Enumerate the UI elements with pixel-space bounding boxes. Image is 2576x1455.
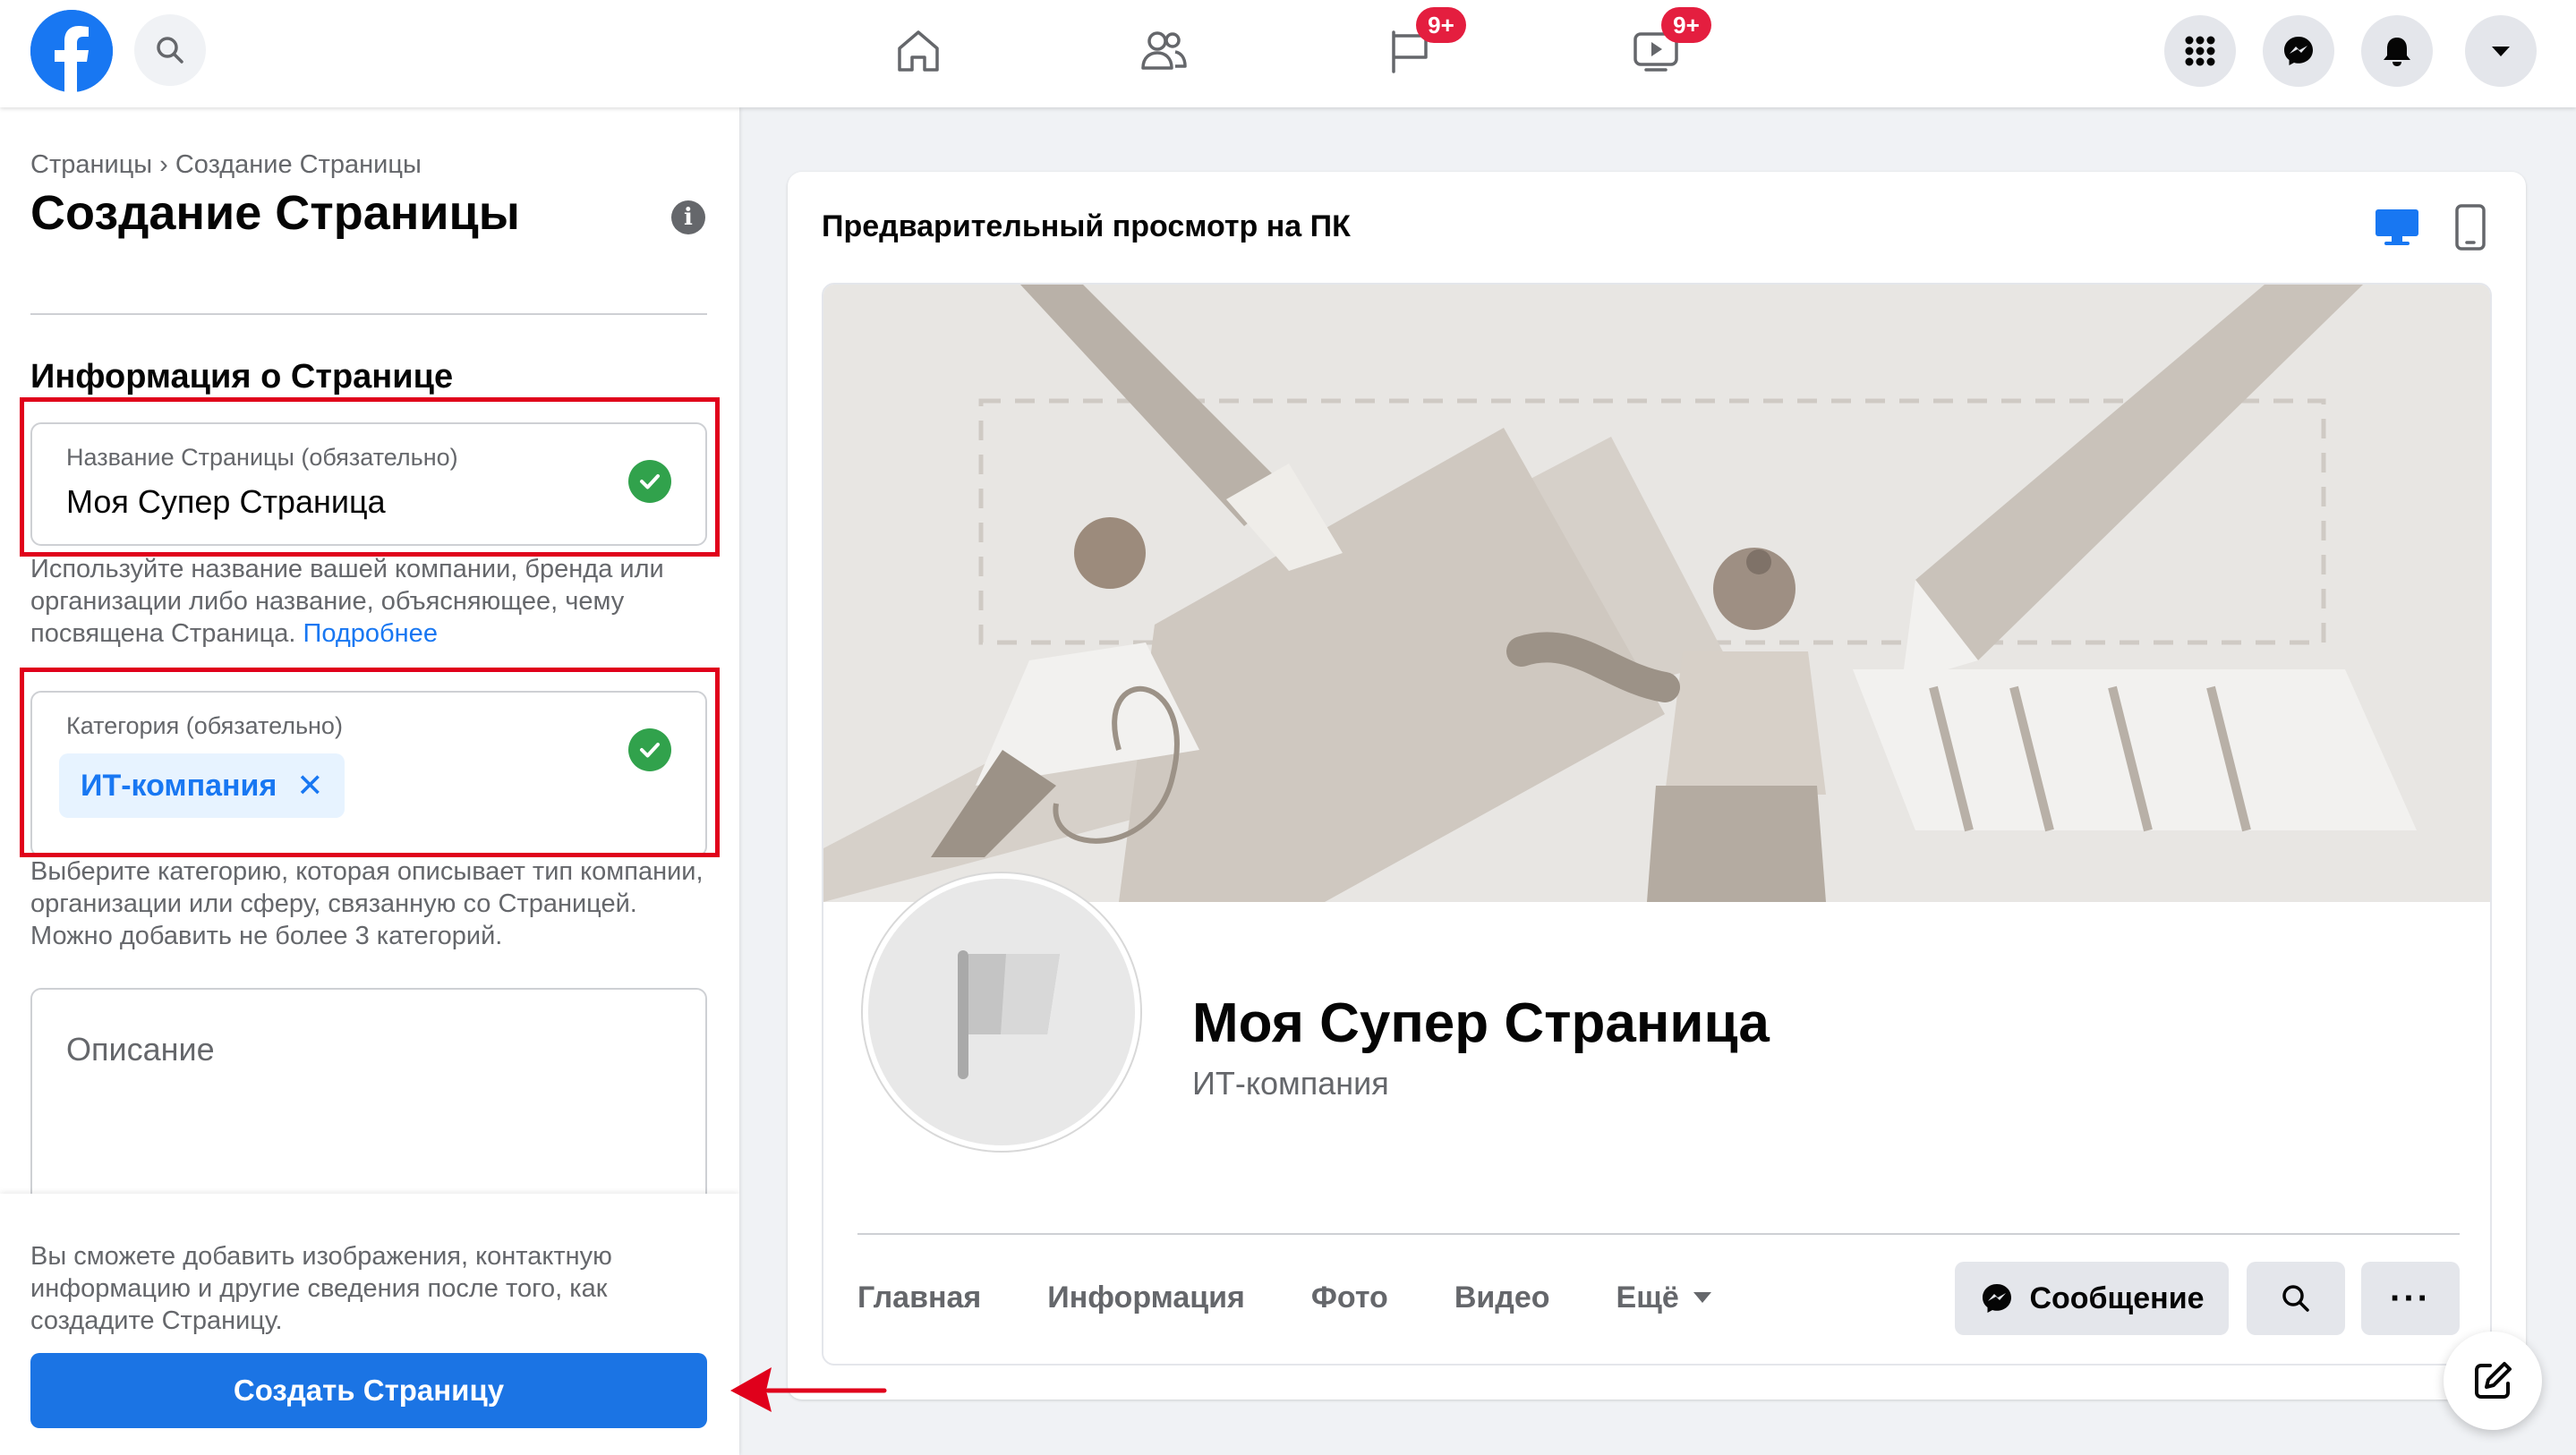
grid-menu-icon bbox=[2185, 36, 2215, 66]
tab-videos[interactable]: Видео bbox=[1454, 1281, 1550, 1315]
section-title: Информация о Странице bbox=[30, 358, 454, 396]
tab-more-label: Ещё bbox=[1616, 1280, 1679, 1315]
nav-home-button[interactable] bbox=[883, 20, 954, 82]
create-page-sidebar: Страницы › Создание Страницы Создание Стра… bbox=[0, 107, 739, 1455]
bell-icon bbox=[2384, 38, 2410, 66]
top-navigation-bar: 9+ 9+ bbox=[0, 0, 2576, 107]
new-message-button[interactable] bbox=[2444, 1332, 2542, 1430]
page-name-helper: Используйте название вашей компании, бре… bbox=[30, 553, 720, 650]
flag-placeholder-icon bbox=[958, 950, 1060, 1079]
compose-icon bbox=[2475, 1362, 2512, 1399]
breadcrumb: Страницы › Создание Страницы bbox=[30, 150, 422, 180]
watch-notification-badge: 9+ bbox=[1661, 7, 1711, 43]
learn-more-link[interactable]: Подробнее bbox=[303, 619, 438, 648]
friends-icon bbox=[1141, 31, 1187, 70]
mobile-icon[interactable] bbox=[2454, 204, 2486, 251]
create-page-button[interactable]: Создать Страницу bbox=[30, 1353, 707, 1428]
breadcrumb-pages-link[interactable]: Страницы bbox=[30, 150, 152, 179]
nav-pages-button[interactable]: 9+ bbox=[1375, 7, 1466, 82]
red-arrow-annotation bbox=[730, 1367, 887, 1412]
tab-home[interactable]: Главная bbox=[857, 1281, 981, 1315]
page-title: Создание Страницы bbox=[30, 186, 520, 240]
info-icon[interactable]: i bbox=[671, 200, 705, 234]
search-icon bbox=[157, 37, 183, 64]
nav-friends-button[interactable] bbox=[1128, 20, 1199, 82]
divider bbox=[30, 313, 707, 315]
tab-photos[interactable]: Фото bbox=[1311, 1281, 1388, 1315]
account-menu-button[interactable] bbox=[2465, 15, 2537, 87]
messenger-button[interactable] bbox=[2263, 15, 2334, 87]
nav-watch-button[interactable]: 9+ bbox=[1620, 7, 1711, 82]
preview-title: Предварительный просмотр на ПК bbox=[822, 209, 1351, 243]
breadcrumb-current: Создание Страницы bbox=[175, 150, 422, 179]
caret-down-icon bbox=[2492, 47, 2510, 56]
caret-down-icon bbox=[1693, 1292, 1711, 1303]
desktop-icon[interactable] bbox=[2374, 208, 2420, 247]
category-helper: Выберите категорию, которая описывает ти… bbox=[30, 857, 704, 950]
highlight-box-name bbox=[20, 397, 720, 557]
description-placeholder: Описание bbox=[66, 1031, 215, 1068]
highlight-box-category bbox=[20, 668, 720, 857]
preview-page-category: ИТ-компания bbox=[1192, 1065, 1389, 1102]
messenger-icon bbox=[2284, 37, 2313, 65]
search-button[interactable] bbox=[134, 14, 206, 86]
tab-more[interactable]: Ещё bbox=[1616, 1281, 1711, 1315]
bottom-note: Вы сможете добавить изображения, контакт… bbox=[30, 1242, 612, 1335]
message-button-label: Сообщение bbox=[2029, 1281, 2205, 1315]
menu-button[interactable] bbox=[2164, 15, 2236, 87]
cover-illustration bbox=[823, 285, 2490, 902]
preview-page-name: Моя Супер Страница bbox=[1192, 992, 1770, 1054]
desktop-preview-panel: Предварительный просмотр на ПК Моя Супер… bbox=[788, 172, 2526, 1400]
search-icon bbox=[2282, 1285, 2309, 1312]
breadcrumb-separator: › bbox=[159, 150, 168, 179]
description-field[interactable]: Описание bbox=[30, 988, 707, 1221]
message-button[interactable]: Сообщение bbox=[1955, 1262, 2229, 1335]
notifications-button[interactable] bbox=[2361, 15, 2433, 87]
page-tabs: Главная Информация Фото Видео Ещё bbox=[857, 1262, 1778, 1333]
divider bbox=[857, 1233, 2460, 1235]
pages-notification-badge: 9+ bbox=[1416, 7, 1466, 43]
messenger-icon bbox=[1983, 1284, 2012, 1313]
facebook-logo-icon[interactable] bbox=[30, 10, 113, 92]
more-options-button[interactable]: ··· bbox=[2361, 1262, 2460, 1335]
page-search-button[interactable] bbox=[2247, 1262, 2345, 1335]
page-preview-card: Моя Супер Страница ИТ-компания Главная И… bbox=[822, 283, 2492, 1366]
home-icon bbox=[898, 30, 939, 72]
tab-about[interactable]: Информация bbox=[1047, 1281, 1245, 1315]
page-avatar bbox=[863, 873, 1140, 1151]
